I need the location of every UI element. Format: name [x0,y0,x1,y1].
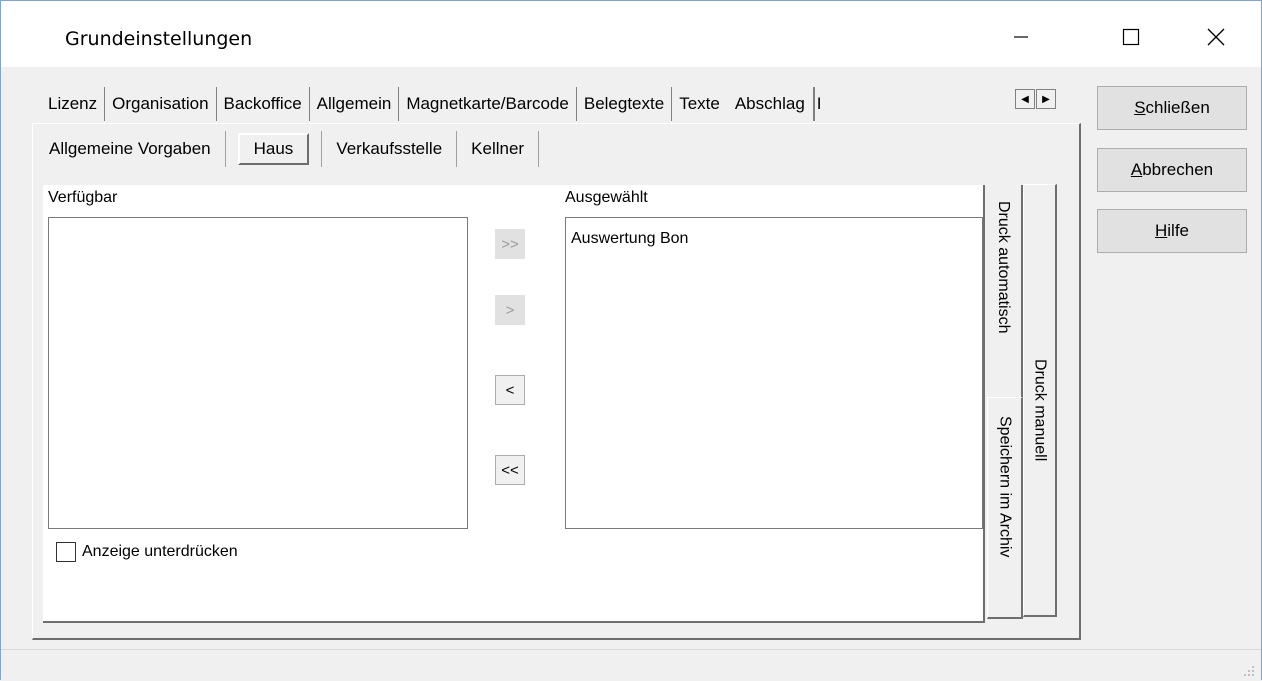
tab-speichern-im-archiv-label: Speichern im Archiv [996,416,1014,558]
subtab-haus[interactable]: Haus [237,133,310,165]
settings-tab-strip: Lizenz Organisation Backoffice Allgemein… [41,87,824,123]
suppress-display-checkbox[interactable] [56,542,76,562]
sub-tab-strip: Allgemeine Vorgaben Haus Verkaufsstelle … [41,129,540,169]
close-window-button[interactable] [1186,15,1246,59]
available-label: Verfügbar [48,189,118,206]
help-button-accel: H [1154,221,1168,240]
help-button-label: ilfe [1167,221,1189,240]
tab-lizenz[interactable]: Lizenz [41,87,106,121]
help-button[interactable]: Hilfe [1097,209,1247,253]
tab-druck-automatisch-label: Druck automatisch [995,201,1012,334]
add-button[interactable]: > [495,295,525,325]
cancel-button-accel: A [1130,160,1143,179]
subtab-allgemeine-vorgaben[interactable]: Allgemeine Vorgaben [41,131,226,167]
tab-scroll-arrows: ◀ ▶ [1015,89,1057,109]
subtab-verkaufsstelle[interactable]: Verkaufsstelle [321,131,458,167]
tab-backoffice[interactable]: Backoffice [216,87,310,121]
tab-belegtexte[interactable]: Belegtexte [576,87,673,121]
list-item[interactable]: Auswertung Bon [571,230,688,248]
selected-label: Ausgewählt [565,189,648,206]
remove-all-button[interactable]: << [495,455,525,485]
tab-speichern-im-archiv[interactable]: Speichern im Archiv [987,397,1023,619]
add-all-button[interactable]: >> [495,229,525,259]
suppress-display-option[interactable]: Anzeige unterdrücken [56,542,238,562]
close-button-label: chließen [1145,98,1210,117]
close-button-accel: S [1134,98,1146,117]
cancel-button-label: bbrechen [1142,160,1214,179]
tab-druck-manuell[interactable]: Druck manuell [1023,184,1057,617]
tab-druck-manuell-label: Druck manuell [1031,358,1049,462]
resize-grip-icon[interactable] [1243,665,1255,677]
tab-scroll-right-button[interactable]: ▶ [1036,89,1056,109]
tab-scroll-left-button[interactable]: ◀ [1015,89,1035,109]
close-button[interactable]: Schließen [1097,86,1247,130]
subtab-kellner[interactable]: Kellner [457,131,540,167]
remove-button[interactable]: < [495,375,525,405]
status-bar [1,649,1261,681]
title-bar: Grundeinstellungen [1,1,1261,67]
dialog-window: Grundeinstellungen Lizenz Organisation B… [0,0,1262,681]
selected-listbox[interactable]: Auswertung Bon [565,217,983,529]
tab-magnetkarte-barcode[interactable]: Magnetkarte/Barcode [399,87,577,121]
suppress-display-label: Anzeige unterdrücken [82,543,238,560]
tab-allgemein[interactable]: Allgemein [309,87,400,121]
maximize-icon [1122,28,1140,46]
available-listbox[interactable] [48,217,468,529]
cancel-button[interactable]: Abbrechen [1097,148,1247,192]
minimize-button[interactable] [991,15,1051,59]
window-title: Grundeinstellungen [65,28,253,50]
minimize-icon [1014,36,1028,38]
tab-druck-automatisch[interactable]: Druck automatisch [985,185,1023,397]
triangle-left-icon: ◀ [1021,93,1029,105]
triangle-right-icon: ▶ [1042,93,1050,105]
tab-organisation[interactable]: Organisation [105,87,217,121]
maximize-button[interactable] [1101,15,1161,59]
tab-texte[interactable]: Texte [672,87,727,121]
close-icon [1207,28,1225,46]
tab-abschlag[interactable]: Abschlag [726,87,814,121]
tab-truncated[interactable]: I [813,87,824,121]
